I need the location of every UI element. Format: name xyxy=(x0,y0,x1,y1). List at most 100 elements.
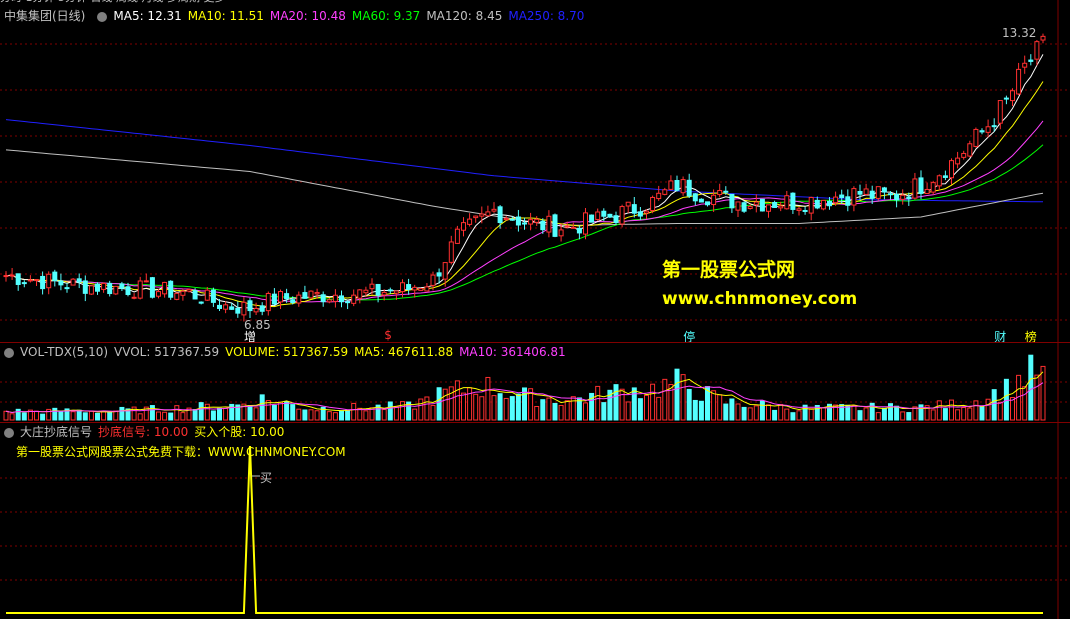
volume-bar xyxy=(271,404,277,421)
volume-bar xyxy=(650,383,656,421)
volume-bar xyxy=(570,396,576,421)
candle-body xyxy=(668,180,674,190)
candle-body xyxy=(997,100,1003,124)
candle-body xyxy=(924,188,930,194)
volume-bar xyxy=(942,408,948,421)
candle-body xyxy=(601,210,607,217)
indicator-title: 大庄抄底信号 xyxy=(20,425,93,439)
candle-body xyxy=(326,299,332,303)
volume-bar xyxy=(436,387,442,421)
candle-body xyxy=(467,218,473,225)
candle-body xyxy=(442,262,448,280)
volume-bar xyxy=(88,410,94,421)
candle-body xyxy=(576,227,582,234)
candle-body xyxy=(88,285,94,295)
volume-bar xyxy=(82,412,88,421)
candle-body xyxy=(894,193,900,201)
candle-body xyxy=(52,271,58,282)
volume-bar xyxy=(52,407,58,421)
candle-body xyxy=(308,290,314,299)
volume-bar xyxy=(644,394,649,421)
volume-bar xyxy=(711,390,717,421)
volume-bar xyxy=(881,407,887,421)
candle-body xyxy=(119,283,125,289)
candle-body xyxy=(290,299,296,303)
period-tabs[interactable]: 分时 1分钟 5分钟 日线 周线 月线 多周期 更多 xyxy=(0,0,225,4)
candle-body xyxy=(686,179,692,197)
candle-body xyxy=(351,294,357,304)
volume-bar xyxy=(162,411,168,421)
candle-body xyxy=(814,199,820,209)
candle-body xyxy=(101,282,107,290)
candle-body xyxy=(503,217,509,221)
candle-body xyxy=(1010,90,1015,102)
collapse-icon[interactable] xyxy=(4,347,14,358)
candlesticks xyxy=(3,33,1046,322)
volume-bar xyxy=(906,412,912,421)
candle-body xyxy=(906,196,912,200)
candle-body xyxy=(802,209,808,212)
event-marker[interactable]: $ xyxy=(384,328,392,342)
candle-body xyxy=(589,214,595,223)
candle-body xyxy=(991,125,997,128)
volume-bar xyxy=(997,401,1003,421)
ma20-line xyxy=(5,120,1044,303)
collapse-icon[interactable] xyxy=(97,11,108,22)
candle-body xyxy=(174,292,180,300)
volume-bar xyxy=(955,409,961,421)
volume-bar xyxy=(583,402,588,421)
candle-body xyxy=(3,275,9,278)
volume-bar xyxy=(76,409,82,421)
candle-body xyxy=(345,301,351,304)
volume-bar xyxy=(747,407,753,421)
candle-body xyxy=(680,179,686,194)
candle-body xyxy=(735,201,741,211)
candle-body xyxy=(564,225,570,228)
stock-chart-canvas[interactable] xyxy=(0,0,1070,619)
candle-body xyxy=(808,196,814,214)
high-price-label: 13.32 xyxy=(1002,26,1037,40)
volume-bar xyxy=(119,406,125,421)
volume-bar xyxy=(497,393,503,421)
volume-bar xyxy=(625,401,631,421)
volume-bar xyxy=(21,412,27,421)
signal-value: 抄底信号: 10.00 xyxy=(98,425,189,439)
collapse-icon[interactable] xyxy=(4,427,14,438)
candle-body xyxy=(918,177,924,194)
volume-bar xyxy=(613,384,619,421)
volume-bar xyxy=(717,394,723,421)
candle-body xyxy=(784,195,790,210)
candle-body xyxy=(381,291,387,296)
volume-title: VOL-TDX(5,10) xyxy=(20,345,109,359)
candle-body xyxy=(265,292,271,312)
vol-ma10-value: MA10: 361406.81 xyxy=(459,345,566,359)
candle-body xyxy=(558,229,564,237)
candle-body xyxy=(711,194,717,206)
candle-body xyxy=(662,189,668,195)
volume-bar xyxy=(34,410,39,421)
candle-body xyxy=(387,289,393,292)
volume-bar xyxy=(3,410,9,421)
volume-bar xyxy=(1003,378,1009,421)
candle-body xyxy=(875,186,881,199)
top-period-strip: 分时 1分钟 5分钟 日线 周线 月线 多周期 更多 xyxy=(0,0,231,6)
candle-body xyxy=(424,286,430,292)
candle-body xyxy=(1022,62,1028,68)
candle-body xyxy=(271,293,277,305)
ma120-line xyxy=(5,149,1044,227)
volume-bar xyxy=(698,400,704,421)
candle-body xyxy=(192,290,198,300)
volume-bar xyxy=(345,409,351,421)
candle-body xyxy=(143,280,149,283)
candle-body xyxy=(34,279,39,282)
candle-body xyxy=(107,282,113,295)
candle-body xyxy=(204,289,210,301)
volume-bar xyxy=(735,403,741,421)
volume-bar xyxy=(204,403,210,421)
candle-body xyxy=(839,194,845,199)
volume-bar xyxy=(772,409,778,421)
volume-bar xyxy=(308,409,314,421)
candle-body xyxy=(796,208,802,211)
panel-divider-1 xyxy=(0,342,1070,343)
vvol-value: VVOL: 517367.59 xyxy=(114,345,220,359)
